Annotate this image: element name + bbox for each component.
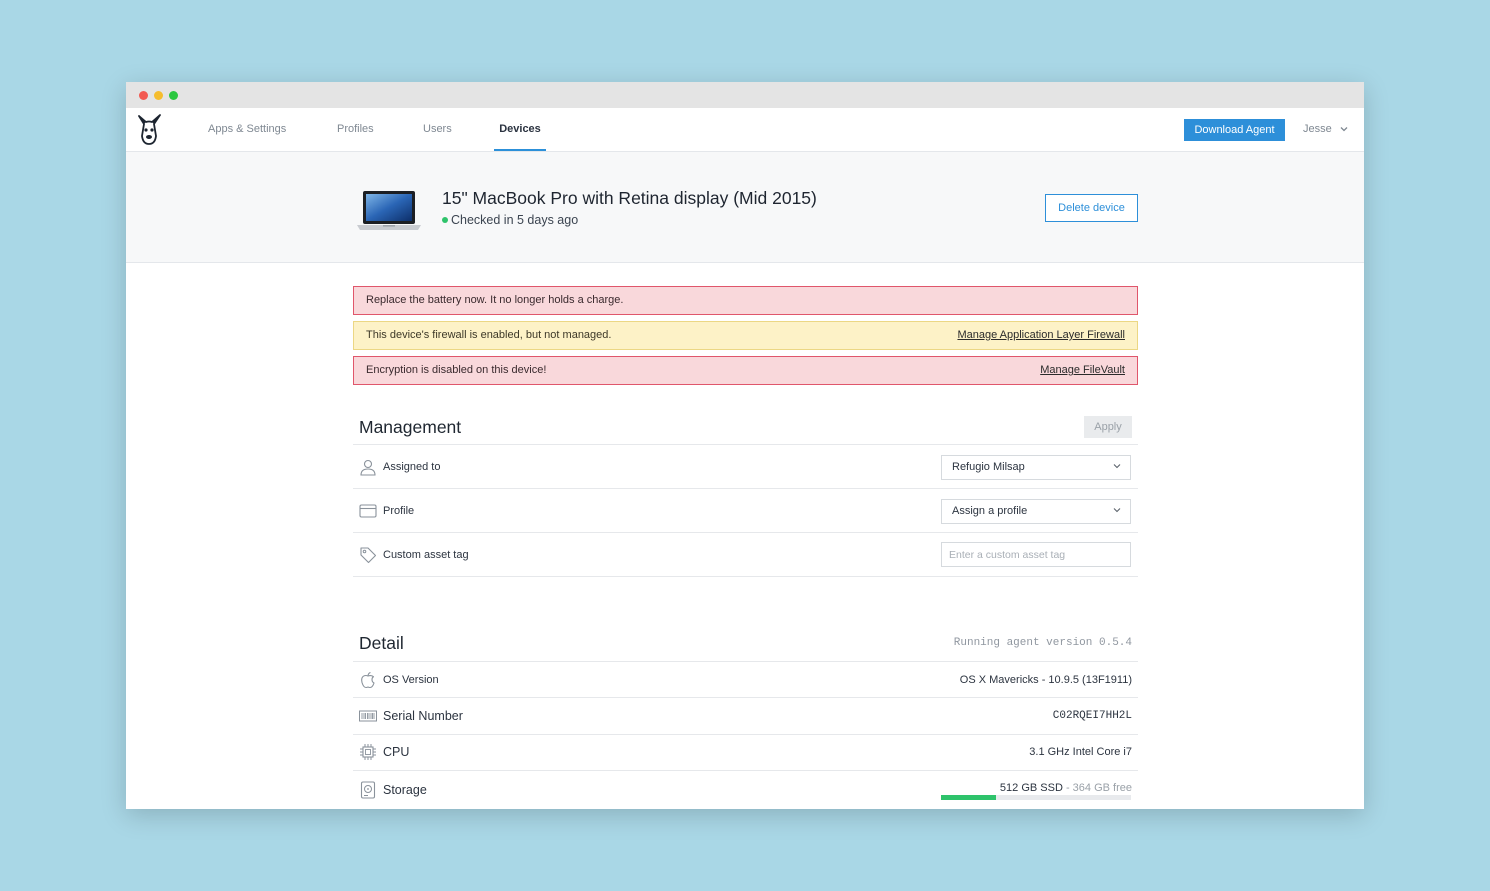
profile-select[interactable]: Assign a profile <box>941 499 1131 524</box>
storage-capacity: 512 GB SSD <box>999 782 1063 794</box>
serial-number-value: C02RQEI7HH2L <box>1052 710 1132 722</box>
assigned-to-value: Refugio Milsap <box>952 461 1025 473</box>
apply-button[interactable]: Apply <box>1084 416 1132 438</box>
encryption-alert: Encryption is disabled on this device! M… <box>353 356 1138 385</box>
user-name: Jesse <box>1303 123 1332 135</box>
profile-label: Profile <box>383 505 415 517</box>
storage-label: Storage <box>383 783 427 797</box>
divider <box>353 444 1138 445</box>
dog-logo[interactable] <box>136 114 162 146</box>
storage-usage-bar <box>941 795 1131 800</box>
storage-free: 364 GB free <box>1072 782 1132 794</box>
divider <box>353 661 1138 662</box>
divider <box>353 770 1138 771</box>
tag-icon <box>360 547 377 564</box>
assigned-to-select[interactable]: Refugio Milsap <box>941 455 1131 480</box>
encryption-alert-message: Encryption is disabled on this device! <box>366 364 547 376</box>
divider <box>353 734 1138 735</box>
online-status-dot <box>442 216 448 223</box>
management-heading: Management <box>359 417 462 437</box>
user-menu[interactable]: Jesse <box>1303 108 1348 151</box>
asset-tag-label: Custom asset tag <box>383 549 469 561</box>
chevron-down-icon <box>1113 464 1121 469</box>
user-icon <box>360 459 376 476</box>
nav-profiles[interactable]: Profiles <box>337 108 374 151</box>
storage-text: 512 GB SSD - 364 GB free <box>1000 782 1132 794</box>
firewall-alert-message: This device's firewall is enabled, but n… <box>366 329 612 341</box>
manage-firewall-link[interactable]: Manage Application Layer Firewall <box>957 322 1125 349</box>
card-icon <box>359 504 377 518</box>
manage-filevault-link[interactable]: Manage FileVault <box>1040 357 1125 384</box>
cpu-label: CPU <box>383 745 410 759</box>
profile-value: Assign a profile <box>952 505 1028 517</box>
cpu-value: 3.1 GHz Intel Core i7 <box>1029 746 1132 758</box>
chevron-down-icon <box>1113 508 1121 513</box>
chip-icon <box>360 744 376 760</box>
laptop-icon <box>357 191 421 230</box>
divider <box>353 532 1138 533</box>
os-version-value: OS X Mavericks - 10.9.5 (13F1911) <box>959 674 1132 686</box>
divider <box>353 576 1138 577</box>
assigned-to-label: Assigned to <box>383 461 441 473</box>
storage-usage-fill <box>941 795 997 800</box>
serial-number-label: Serial Number <box>383 709 463 723</box>
storage-separator: - <box>1062 782 1073 794</box>
battery-alert-message: Replace the battery now. It no longer ho… <box>366 294 624 306</box>
asset-tag-input[interactable] <box>941 542 1131 567</box>
nav-devices[interactable]: Devices <box>494 108 546 151</box>
firewall-alert: This device's firewall is enabled, but n… <box>353 321 1138 350</box>
zoom-window-button[interactable] <box>169 91 178 100</box>
checkin-status-text: Checked in 5 days ago <box>451 213 579 227</box>
download-agent-button[interactable]: Download Agent <box>1184 119 1285 141</box>
detail-heading: Detail <box>359 633 404 653</box>
nav-apps-settings[interactable]: Apps & Settings <box>208 108 286 151</box>
chevron-down-icon <box>1340 127 1348 132</box>
minimize-window-button[interactable] <box>154 91 163 100</box>
battery-alert: Replace the battery now. It no longer ho… <box>353 286 1138 315</box>
divider <box>353 697 1138 698</box>
divider <box>353 488 1138 489</box>
top-navigation: Apps & Settings Profiles Users Devices D… <box>126 108 1364 152</box>
apple-icon <box>361 671 375 689</box>
app-window: Apps & Settings Profiles Users Devices D… <box>126 82 1364 809</box>
barcode-icon <box>359 710 377 722</box>
nav-users[interactable]: Users <box>423 108 452 151</box>
device-title: 15" MacBook Pro with Retina display (Mid… <box>442 188 817 208</box>
disk-icon <box>360 781 376 799</box>
delete-device-button[interactable]: Delete device <box>1045 194 1138 222</box>
device-header: 15" MacBook Pro with Retina display (Mid… <box>126 152 1364 263</box>
title-bar <box>126 82 1364 108</box>
os-version-label: OS Version <box>383 674 439 686</box>
close-window-button[interactable] <box>139 91 148 100</box>
checkin-status: Checked in 5 days ago <box>442 213 578 227</box>
agent-version: Running agent version 0.5.4 <box>953 637 1132 649</box>
